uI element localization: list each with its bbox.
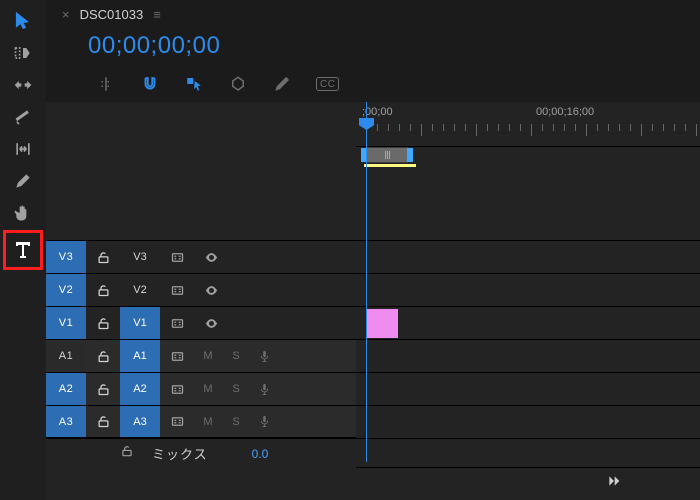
track-toggle[interactable]: A3 xyxy=(46,406,86,437)
track-toggle[interactable]: V2 xyxy=(46,274,86,306)
slip-tool[interactable] xyxy=(7,134,39,164)
timeline-panel: × DSC01033 ≡ 00;00;00;00 CC xyxy=(46,0,700,500)
playhead-timecode[interactable]: 00;00;00;00 xyxy=(88,32,220,59)
sequence-tab-bar: × DSC01033 ≡ xyxy=(46,0,700,28)
track-row[interactable] xyxy=(356,372,700,405)
razor-tool[interactable] xyxy=(7,102,39,132)
solo-button[interactable]: S xyxy=(222,340,250,372)
video-track-header: V3 V3 xyxy=(46,240,356,273)
lock-icon[interactable] xyxy=(86,241,120,273)
timeline-content: ;00;0000;00;16;0000;00;3 xyxy=(356,102,700,500)
lock-icon[interactable] xyxy=(120,444,134,463)
lock-icon[interactable] xyxy=(86,307,120,339)
audio-track-header: A1 A1 MS xyxy=(46,339,356,372)
work-area-bar[interactable] xyxy=(366,147,408,163)
master-track: ミックス 0.0 xyxy=(46,438,356,468)
lock-icon[interactable] xyxy=(86,274,120,306)
snap-icon[interactable] xyxy=(140,74,160,94)
close-icon[interactable]: × xyxy=(62,7,70,22)
track-name[interactable]: A3 xyxy=(120,406,160,437)
mute-button[interactable]: M xyxy=(194,406,222,437)
mic-icon[interactable] xyxy=(250,373,278,405)
ruler-label: 00;00;16;00 xyxy=(536,106,594,118)
pen-tool[interactable] xyxy=(7,166,39,196)
timeline-toolbar: CC xyxy=(46,66,700,102)
track-toggle[interactable]: A1 xyxy=(46,340,86,372)
track-name[interactable]: V2 xyxy=(120,274,160,306)
sync-lock-icon[interactable] xyxy=(160,373,194,405)
track-row[interactable] xyxy=(356,240,700,273)
audio-track-header: A3 A3 MS xyxy=(46,405,356,438)
settings-icon[interactable] xyxy=(272,74,292,94)
eye-icon[interactable] xyxy=(194,241,228,273)
video-track-header: V1 V1 xyxy=(46,306,356,339)
track-name[interactable]: A1 xyxy=(120,340,160,372)
sync-lock-icon[interactable] xyxy=(160,406,194,437)
marker-icon[interactable] xyxy=(228,74,248,94)
sync-lock-icon[interactable] xyxy=(160,340,194,372)
video-track-header: V2 V2 xyxy=(46,273,356,306)
track-toggle[interactable]: V1 xyxy=(46,307,86,339)
eye-icon[interactable] xyxy=(194,274,228,306)
mic-icon[interactable] xyxy=(250,406,278,437)
selection-tool[interactable] xyxy=(7,6,39,36)
sync-lock-icon[interactable] xyxy=(160,307,194,339)
sequence-title[interactable]: DSC01033 xyxy=(80,7,144,22)
track-name[interactable]: V1 xyxy=(120,307,160,339)
track-name[interactable]: A2 xyxy=(120,373,160,405)
sync-lock-icon[interactable] xyxy=(160,241,194,273)
mute-button[interactable]: M xyxy=(194,340,222,372)
master-value[interactable]: 0.0 xyxy=(252,447,269,461)
solo-button[interactable]: S xyxy=(222,406,250,437)
track-toggle[interactable]: A2 xyxy=(46,373,86,405)
video-clip[interactable] xyxy=(366,309,398,338)
linked-selection-icon[interactable] xyxy=(184,74,204,94)
captions-icon[interactable]: CC xyxy=(316,77,339,91)
track-row[interactable] xyxy=(356,273,700,306)
master-label: ミックス xyxy=(152,444,208,463)
jump-to-end-icon[interactable] xyxy=(606,473,622,494)
ripple-edit-tool[interactable] xyxy=(7,70,39,100)
track-name[interactable]: V3 xyxy=(120,241,160,273)
master-row[interactable] xyxy=(356,438,700,468)
sync-lock-icon[interactable] xyxy=(160,274,194,306)
mute-button[interactable]: M xyxy=(194,373,222,405)
track-header-area: V3V3V2V2V1V1A1A1MSA2A2MSA3A3MS ミックス 0.0 xyxy=(46,102,356,500)
lock-icon[interactable] xyxy=(86,406,120,437)
track-select-forward-tool[interactable] xyxy=(7,38,39,68)
eye-icon[interactable] xyxy=(194,307,228,339)
render-bar xyxy=(364,164,416,167)
lock-icon[interactable] xyxy=(86,340,120,372)
track-toggle[interactable]: V3 xyxy=(46,241,86,273)
time-ruler[interactable]: ;00;0000;00;16;0000;00;3 xyxy=(356,102,700,147)
work-area-out[interactable] xyxy=(407,148,413,162)
track-row[interactable] xyxy=(356,339,700,372)
panel-menu-icon[interactable]: ≡ xyxy=(153,7,161,22)
mic-icon[interactable] xyxy=(250,340,278,372)
track-row[interactable] xyxy=(356,306,700,339)
hand-tool[interactable] xyxy=(7,198,39,228)
lock-icon[interactable] xyxy=(86,373,120,405)
solo-button[interactable]: S xyxy=(222,373,250,405)
tool-sidebar xyxy=(0,0,46,500)
playhead[interactable] xyxy=(366,102,367,462)
track-row[interactable] xyxy=(356,405,700,438)
type-tool[interactable] xyxy=(3,230,43,270)
audio-track-header: A2 A2 MS xyxy=(46,372,356,405)
insert-sequence-icon[interactable] xyxy=(96,74,116,94)
